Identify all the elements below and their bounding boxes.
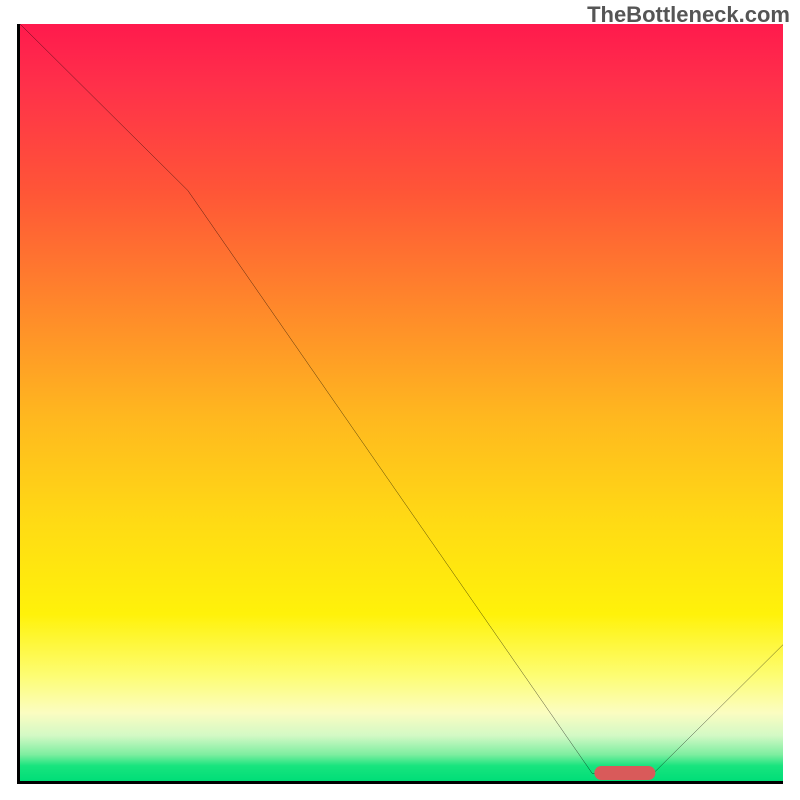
watermark-text: TheBottleneck.com bbox=[587, 2, 790, 28]
chart-plot-area bbox=[17, 24, 783, 784]
chart-line bbox=[20, 24, 783, 781]
chart-line-path bbox=[20, 24, 783, 773]
optimal-range-marker bbox=[594, 766, 655, 780]
